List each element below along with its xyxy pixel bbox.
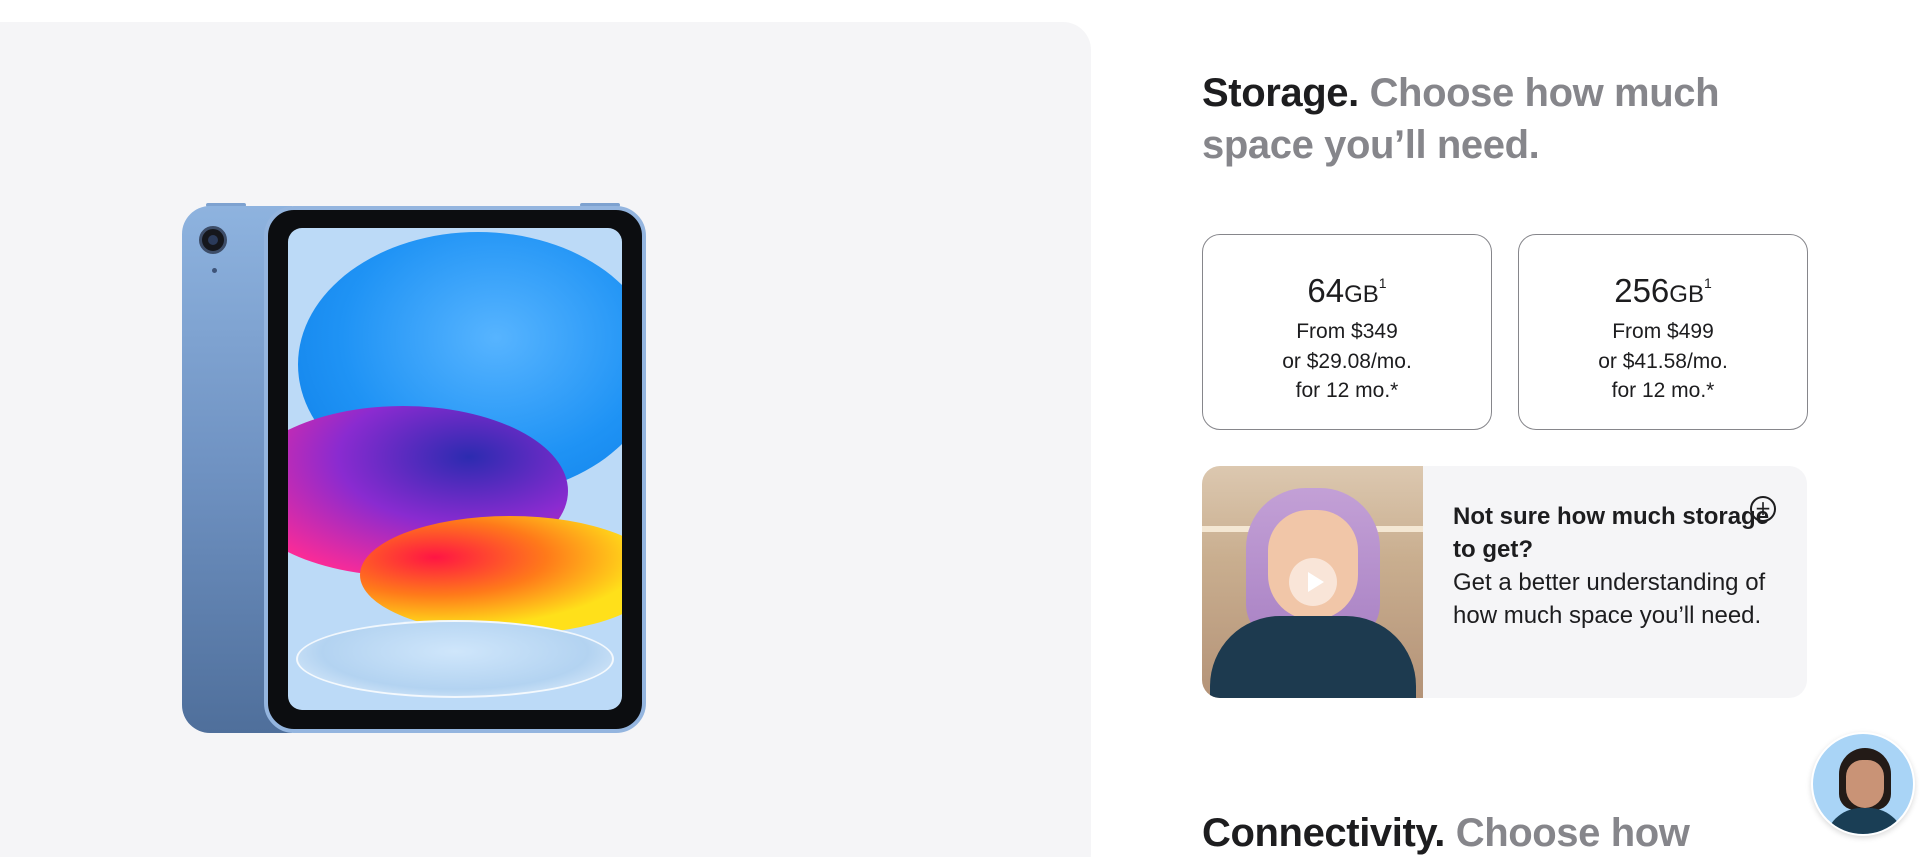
chat-specialist-avatar[interactable] xyxy=(1811,732,1915,836)
option-term: for 12 mo.* xyxy=(1611,379,1715,402)
capacity-unit: GB xyxy=(1344,281,1379,308)
specialist-video-thumbnail[interactable] xyxy=(1202,466,1423,698)
camera-icon xyxy=(199,226,227,254)
option-term: for 12 mo.* xyxy=(1295,379,1399,402)
connectivity-heading: Connectivity. Choose how xyxy=(1202,807,1822,857)
capacity-value: 256 xyxy=(1614,272,1670,309)
ipad-product-image xyxy=(182,203,646,733)
option-capacity: 256GB1 xyxy=(1519,261,1807,317)
mic-dot xyxy=(212,268,217,273)
storage-option-64gb[interactable]: 64GB1 From $349 or $29.08/mo. for 12 mo.… xyxy=(1202,234,1492,430)
option-monthly: or $29.08/mo. xyxy=(1282,349,1412,373)
storage-title: Storage. xyxy=(1202,71,1359,115)
option-price: From $349 xyxy=(1296,320,1398,343)
play-icon[interactable] xyxy=(1289,558,1337,606)
presenter-shirt xyxy=(1210,616,1416,698)
plus-circle-icon[interactable]: + xyxy=(1750,496,1776,522)
option-monthly: or $41.58/mo. xyxy=(1598,349,1728,373)
product-gallery xyxy=(0,22,1091,857)
storage-heading: Storage. Choose how much space you’ll ne… xyxy=(1202,67,1822,171)
wallpaper-light-shape xyxy=(296,620,614,698)
ipad-screen xyxy=(288,228,622,710)
store-shelf xyxy=(1370,526,1423,532)
footnote-marker: 1 xyxy=(1378,275,1387,291)
ipad-front-display xyxy=(264,206,646,733)
footnote-marker: 1 xyxy=(1703,275,1712,291)
storage-option-256gb[interactable]: 256GB1 From $499 or $41.58/mo. for 12 mo… xyxy=(1518,234,1808,430)
capacity-value: 64 xyxy=(1307,272,1345,309)
help-text: Not sure how much storage to get? Get a … xyxy=(1453,500,1773,632)
specialist-body xyxy=(1825,808,1905,834)
option-price: From $499 xyxy=(1612,320,1714,343)
connectivity-title: Connectivity. xyxy=(1202,811,1445,855)
page: Storage. Choose how much space you’ll ne… xyxy=(0,0,1920,857)
storage-help-card[interactable]: Not sure how much storage to get? Get a … xyxy=(1202,466,1807,698)
help-title: Not sure how much storage to get? xyxy=(1453,503,1770,563)
capacity-unit: GB xyxy=(1669,281,1704,308)
connectivity-subtitle: Choose how xyxy=(1455,811,1690,855)
help-body: Get a better understanding of how much s… xyxy=(1453,569,1766,629)
option-capacity: 64GB1 xyxy=(1203,261,1491,317)
specialist-face xyxy=(1846,760,1884,808)
